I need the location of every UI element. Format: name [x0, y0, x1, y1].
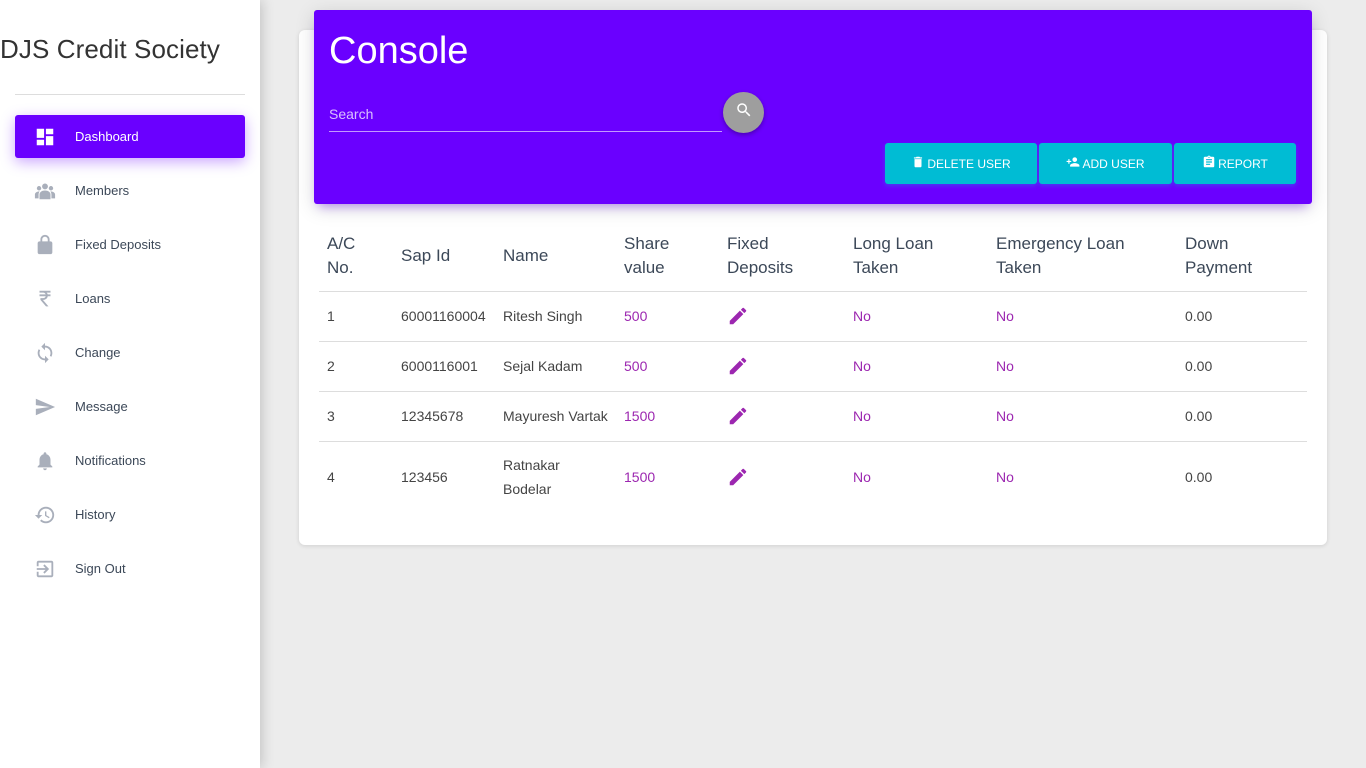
trash-icon	[911, 155, 925, 172]
table-row: 1 60001160004 Ritesh Singh 500 No No 0.0…	[319, 291, 1307, 342]
clipboard-icon	[1202, 155, 1216, 172]
cell-share-value[interactable]: 500	[616, 291, 719, 342]
people-icon	[15, 180, 75, 202]
person-add-icon	[1066, 155, 1080, 172]
cell-sap-id: 6000116001	[393, 341, 495, 392]
sidebar-item-label: Members	[75, 183, 130, 198]
console-header: Console DELETE USER ADD USER REPORT	[314, 10, 1312, 204]
brand-title: DJS Credit Society	[0, 34, 220, 64]
column-header-fixed-deposits: Fixed Deposits	[719, 222, 845, 292]
column-header-name: Name	[495, 222, 616, 292]
rupee-icon	[15, 288, 75, 310]
table-row: 3 12345678 Mayuresh Vartak 1500 No No 0.…	[319, 391, 1307, 442]
delete-user-button[interactable]: DELETE USER	[885, 143, 1037, 184]
sidebar: DJS Credit Society Dashboard Members Fix…	[0, 0, 260, 768]
sign-out-icon	[15, 558, 75, 580]
search-button[interactable]	[723, 92, 764, 133]
search-field	[329, 98, 722, 132]
cell-name: Ratnakar Bodelar	[503, 457, 560, 498]
cell-emergency-loan[interactable]: No	[988, 441, 1177, 513]
cell-fixed-deposits	[719, 391, 845, 442]
table-header-row: A/C No. Sap Id Name Share value Fixed De…	[319, 222, 1307, 292]
cell-fixed-deposits	[719, 441, 845, 513]
page-title: Console	[329, 30, 469, 72]
add-user-label: ADD USER	[1082, 156, 1145, 171]
cell-emergency-loan[interactable]: No	[988, 391, 1177, 442]
edit-icon[interactable]	[727, 305, 837, 327]
cell-fixed-deposits	[719, 341, 845, 392]
report-button[interactable]: REPORT	[1174, 143, 1296, 184]
cell-name: Ritesh Singh	[495, 291, 616, 342]
column-header-sap-id: Sap Id	[393, 222, 495, 292]
delete-user-label: DELETE USER	[927, 156, 1011, 171]
cell-name: Mayuresh Vartak	[495, 391, 616, 442]
search-icon	[735, 101, 753, 124]
sidebar-item-label: Message	[75, 399, 128, 414]
search-input[interactable]	[329, 98, 722, 130]
column-header-ac-no: A/C No.	[319, 222, 393, 292]
sidebar-item-fixed-deposits[interactable]: Fixed Deposits	[15, 223, 245, 266]
lock-icon	[15, 234, 75, 256]
sidebar-nav: Dashboard Members Fixed Deposits Loans C…	[15, 115, 245, 601]
sidebar-item-label: Sign Out	[75, 561, 126, 576]
cell-emergency-loan[interactable]: No	[988, 341, 1177, 392]
bell-icon	[15, 450, 75, 472]
edit-icon[interactable]	[727, 466, 837, 488]
sidebar-item-label: Loans	[75, 291, 111, 306]
table-row: 4 123456 Ratnakar Bodelar 1500 No No 0.0…	[319, 441, 1307, 513]
send-icon	[15, 396, 75, 418]
cell-down-payment: 0.00	[1177, 341, 1307, 392]
sidebar-item-label: Dashboard	[75, 129, 139, 144]
column-header-long-loan: Long Loan Taken	[845, 222, 988, 292]
sidebar-item-change[interactable]: Change	[15, 331, 245, 374]
refresh-icon	[15, 342, 75, 364]
sidebar-item-sign-out[interactable]: Sign Out	[15, 547, 245, 590]
cell-share-value[interactable]: 1500	[616, 441, 719, 513]
action-bar: DELETE USER ADD USER REPORT	[885, 143, 1296, 184]
sidebar-item-label: History	[75, 507, 116, 522]
sidebar-item-message[interactable]: Message	[15, 385, 245, 428]
sidebar-item-dashboard[interactable]: Dashboard	[15, 115, 245, 158]
cell-long-loan[interactable]: No	[845, 341, 988, 392]
cell-ac-no: 3	[319, 391, 393, 442]
sidebar-item-notifications[interactable]: Notifications	[15, 439, 245, 482]
cell-sap-id: 123456	[401, 469, 448, 486]
cell-down-payment: 0.00	[1185, 469, 1213, 486]
column-header-emergency-loan: Emergency Loan Taken	[988, 222, 1177, 292]
sidebar-item-label: Change	[75, 345, 121, 360]
cell-sap-id: 60001160004	[393, 291, 495, 342]
cell-long-loan[interactable]: No	[845, 291, 988, 342]
cell-ac-no: 2	[319, 341, 393, 392]
cell-name: Sejal Kadam	[495, 341, 616, 392]
sidebar-item-label: Fixed Deposits	[75, 237, 161, 252]
cell-fixed-deposits	[719, 291, 845, 342]
edit-icon[interactable]	[727, 405, 837, 427]
sidebar-item-loans[interactable]: Loans	[15, 277, 245, 320]
cell-down-payment: 0.00	[1177, 291, 1307, 342]
divider	[15, 94, 245, 95]
add-user-button[interactable]: ADD USER	[1039, 143, 1172, 184]
report-label: REPORT	[1218, 156, 1268, 171]
cell-ac-no: 4	[327, 469, 335, 486]
cell-ac-no: 1	[319, 291, 393, 342]
cell-down-payment: 0.00	[1177, 391, 1307, 442]
sidebar-item-label: Notifications	[75, 453, 146, 468]
cell-long-loan[interactable]: No	[845, 391, 988, 442]
dashboard-icon	[15, 126, 75, 148]
sidebar-item-history[interactable]: History	[15, 493, 245, 536]
history-icon	[15, 504, 75, 526]
edit-icon[interactable]	[727, 355, 837, 377]
sidebar-item-members[interactable]: Members	[15, 169, 245, 212]
cell-long-loan[interactable]: No	[845, 441, 988, 513]
members-table: A/C No. Sap Id Name Share value Fixed De…	[319, 222, 1307, 513]
column-header-share-value: Share value	[616, 222, 719, 292]
cell-share-value[interactable]: 500	[616, 341, 719, 392]
cell-emergency-loan[interactable]: No	[988, 291, 1177, 342]
table-row: 2 6000116001 Sejal Kadam 500 No No 0.00	[319, 341, 1307, 392]
cell-sap-id: 12345678	[393, 391, 495, 442]
cell-share-value[interactable]: 1500	[616, 391, 719, 442]
column-header-down-payment: Down Payment	[1177, 222, 1307, 292]
